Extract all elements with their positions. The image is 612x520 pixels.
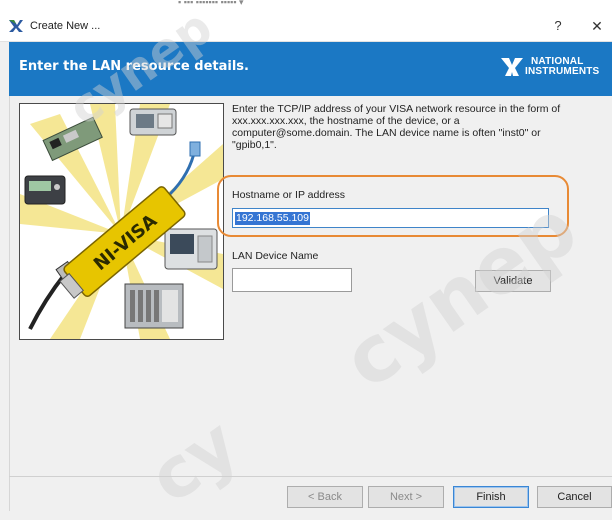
ni-visa-illustration: NI-VISA: [19, 103, 224, 340]
watermark-bottom: cy: [134, 402, 253, 520]
help-button[interactable]: ?: [548, 16, 568, 36]
dialog-title: Create New ...: [30, 20, 101, 32]
ni-app-icon: [9, 20, 23, 32]
back-button[interactable]: < Back: [287, 486, 363, 508]
hostname-input-value: 192.168.55.109: [235, 212, 310, 225]
footer-divider: [9, 476, 612, 477]
instructions-text: Enter the TCP/IP address of your VISA ne…: [232, 103, 561, 151]
device-meter-left: [24, 175, 66, 205]
ni-wordmark: NATIONAL INSTRUMENTS: [525, 57, 599, 77]
hostname-label: Hostname or IP address: [232, 189, 346, 201]
ni-wordmark-line2: INSTRUMENTS: [525, 66, 600, 77]
device-scope-top: [129, 108, 177, 136]
wizard-banner: Enter the LAN resource details. NATIONAL…: [9, 42, 612, 96]
hostname-input[interactable]: 192.168.55.109: [232, 208, 549, 228]
finish-button[interactable]: Finish: [453, 486, 529, 508]
lan-device-name-label: LAN Device Name: [232, 250, 319, 262]
illustration-graphic: NI-VISA: [20, 104, 223, 339]
ni-eagle-icon: [501, 58, 523, 76]
device-scope-right: [164, 228, 218, 270]
validate-button[interactable]: Validate: [475, 270, 551, 292]
background-window-strip: ▪ ▪▪▪ ▪▪▪▪▪▪▪ ▪▪▪▪▪ ▾: [0, 0, 612, 11]
background-window-fragment: ▪ ▪▪▪ ▪▪▪▪▪▪▪ ▪▪▪▪▪ ▾: [178, 0, 244, 7]
banner-title: Enter the LAN resource details.: [19, 59, 249, 74]
lan-device-name-input[interactable]: [232, 268, 352, 292]
device-chassis-bottom: [124, 283, 184, 329]
cancel-button[interactable]: Cancel: [537, 486, 612, 508]
next-button[interactable]: Next >: [368, 486, 444, 508]
close-button[interactable]: ✕: [586, 16, 608, 36]
dialog-titlebar: Create New ... ? ✕: [0, 11, 612, 42]
ni-logo: NATIONAL INSTRUMENTS: [501, 54, 612, 86]
dialog-left-border: [9, 96, 10, 511]
